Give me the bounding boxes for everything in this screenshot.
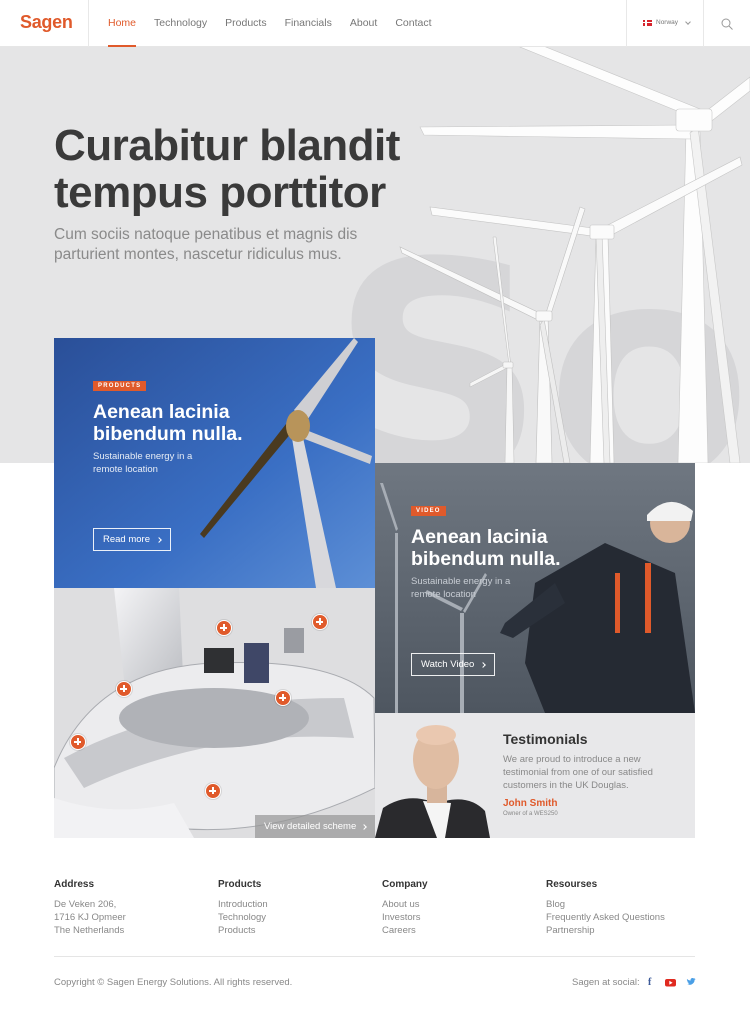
video-tag: VIDEO: [411, 506, 446, 516]
footer-link-technology[interactable]: Technology: [218, 911, 378, 924]
hero-title: Curabitur blandit tempus porttitor: [54, 121, 400, 217]
footer-resources: Resourses Blog Frequently Asked Question…: [546, 879, 706, 937]
hero-subtitle: Cum sociis natoque penatibus et magnis d…: [54, 226, 358, 263]
footer-link-partnership[interactable]: Partnership: [546, 924, 706, 937]
hotspot-button[interactable]: [205, 783, 221, 799]
testimonial-name[interactable]: John Smith: [503, 798, 557, 809]
logo[interactable]: Sagen: [20, 12, 73, 33]
copyright-text: Copyright © Sagen Energy Solutions. All …: [54, 977, 293, 988]
header-divider: [626, 0, 627, 47]
read-more-button[interactable]: Read more: [93, 528, 171, 551]
norway-flag-icon: [643, 19, 652, 26]
chevron-right-icon: [156, 536, 162, 543]
nav-about[interactable]: About: [350, 0, 377, 47]
customer-portrait: [375, 713, 495, 838]
footer-heading: Company: [382, 879, 428, 890]
footer-link-blog[interactable]: Blog: [546, 898, 706, 911]
chevron-down-icon: [685, 18, 691, 25]
nav-home[interactable]: Home: [108, 0, 137, 47]
testimonials-title: Testimonials: [503, 731, 588, 747]
testimonial-role: Owner of a WES250: [503, 811, 558, 817]
header-divider: [703, 0, 704, 47]
nav-financials[interactable]: Financials: [285, 0, 332, 47]
footer-products: Products Introduction Technology Product…: [218, 879, 378, 937]
read-more-label: Read more: [103, 534, 150, 545]
language-selector[interactable]: Norway: [643, 18, 691, 26]
footer-link-products[interactable]: Products: [218, 924, 378, 937]
footer-link-about-us[interactable]: About us: [382, 898, 542, 911]
video-card-subtitle: Sustainable energy in a remote location: [411, 576, 511, 600]
facebook-icon[interactable]: f: [648, 977, 651, 988]
footer-heading: Address: [54, 879, 95, 890]
video-card[interactable]: VIDEO Aenean lacinia bibendum nulla. Sus…: [375, 463, 695, 713]
nav-technology[interactable]: Technology: [154, 0, 207, 47]
video-card-title: Aenean lacinia bibendum nulla.: [411, 526, 561, 570]
site-header: Sagen Home Technology Products Financial…: [0, 0, 750, 47]
watch-video-label: Watch Video: [421, 659, 475, 670]
hotspot-button[interactable]: [116, 681, 132, 697]
address-line: 1716 KJ Opmeer: [54, 912, 126, 923]
footer-link-investors[interactable]: Investors: [382, 911, 542, 924]
main-nav: Home Technology Products Financials Abou…: [108, 0, 450, 47]
chevron-right-icon: [480, 661, 487, 668]
footer-company: Company About us Investors Careers: [382, 879, 542, 937]
footer-address: Address De Veken 206, 1716 KJ Opmeer The…: [54, 879, 214, 937]
footer-divider: [54, 956, 695, 957]
footer-link-introduction[interactable]: Introduction: [218, 898, 378, 911]
products-tag: PRODUCTS: [93, 381, 147, 391]
chevron-right-icon: [361, 823, 368, 830]
footer-link-faq[interactable]: Frequently Asked Questions: [546, 911, 706, 924]
footer-link-careers[interactable]: Careers: [382, 924, 542, 937]
footer-heading: Products: [218, 879, 262, 890]
language-label: Norway: [656, 19, 679, 26]
hotspot-button[interactable]: [70, 734, 86, 750]
testimonial-text: We are proud to introduce a new testimon…: [503, 754, 653, 791]
hotspot-button[interactable]: [312, 614, 328, 630]
view-scheme-label: View detailed scheme: [264, 821, 357, 832]
hotspot-button[interactable]: [216, 620, 232, 636]
social-label: Sagen at social:: [572, 977, 640, 988]
twitter-icon[interactable]: [686, 977, 696, 988]
scheme-card: View detailed scheme: [54, 588, 375, 838]
products-card[interactable]: PRODUCTS Aenean lacinia bibendum nulla. …: [54, 338, 375, 588]
youtube-icon[interactable]: [665, 977, 676, 988]
address-line: The Netherlands: [54, 925, 125, 936]
address-line: De Veken 206,: [54, 899, 117, 910]
watch-video-button[interactable]: Watch Video: [411, 653, 496, 676]
view-scheme-button[interactable]: View detailed scheme: [255, 815, 375, 838]
search-icon[interactable]: [721, 18, 733, 30]
nav-contact[interactable]: Contact: [395, 0, 431, 47]
hotspot-button[interactable]: [275, 690, 291, 706]
nav-products[interactable]: Products: [225, 0, 266, 47]
header-divider: [88, 0, 89, 47]
products-card-title: Aenean lacinia bibendum nulla.: [93, 401, 243, 445]
footer-heading: Resourses: [546, 879, 598, 890]
testimonials-card: Testimonials We are proud to introduce a…: [375, 713, 695, 838]
products-card-subtitle: Sustainable energy in a remote location: [93, 451, 193, 475]
